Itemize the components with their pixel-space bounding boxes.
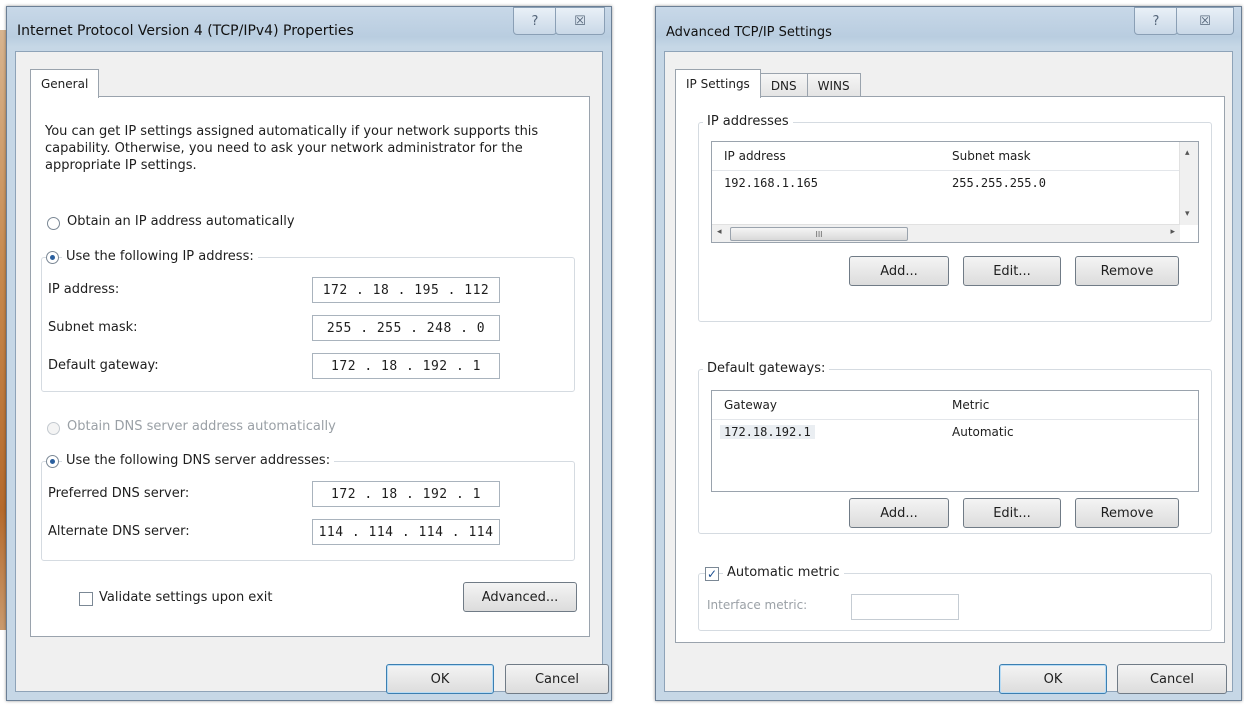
ip-settings-tab-panel: IP addresses IP address Subnet mask 192.… <box>675 96 1225 643</box>
scroll-right-icon[interactable]: ▸ <box>1170 227 1175 237</box>
use-ip-radio[interactable] <box>46 251 59 264</box>
close-icon: ☒ <box>1199 13 1211 29</box>
help-icon: ? <box>531 13 539 29</box>
scroll-up-icon[interactable]: ▴ <box>1185 148 1190 158</box>
column-gateway[interactable]: Gateway <box>724 398 777 412</box>
tab-strip: General <box>30 69 100 98</box>
ipv4-properties-dialog: Internet Protocol Version 4 (TCP/IPv4) P… <box>6 6 612 701</box>
advanced-button[interactable]: Advanced... <box>463 582 577 612</box>
dns-group: Use the following DNS server addresses: … <box>41 453 575 561</box>
general-tab-panel: You can get IP settings assigned automat… <box>30 96 590 637</box>
dialog-title: Advanced TCP/IP Settings <box>666 25 832 40</box>
subnet-mask-label: Subnet mask: <box>48 320 138 335</box>
ip-address-list[interactable]: IP address Subnet mask 192.168.1.165 255… <box>711 141 1199 243</box>
column-subnet-mask[interactable]: Subnet mask <box>952 149 1031 163</box>
gateway-remove-button[interactable]: Remove <box>1075 498 1179 528</box>
tab-dns[interactable]: DNS <box>759 73 808 98</box>
alternate-dns-field[interactable]: 114 . 114 . 114 . 114 <box>312 519 500 545</box>
scroll-down-icon[interactable]: ▾ <box>1185 209 1190 219</box>
tab-wins[interactable]: WINS <box>806 73 861 98</box>
help-button[interactable]: ? <box>513 7 557 35</box>
obtain-dns-label: Obtain DNS server address automatically <box>67 419 336 434</box>
validate-checkbox[interactable] <box>79 592 93 606</box>
ip-addresses-label: IP addresses <box>703 114 793 129</box>
gateway-add-button[interactable]: Add... <box>849 498 949 528</box>
automatic-metric-label: Automatic metric <box>723 565 844 580</box>
ok-button[interactable]: OK <box>386 664 494 694</box>
ip-addresses-group: IP addresses IP address Subnet mask 192.… <box>698 114 1212 322</box>
ip-address-label: IP address: <box>48 282 120 297</box>
subnet-mask-field[interactable]: 255 . 255 . 248 . 0 <box>312 315 500 341</box>
default-gateway-field[interactable]: 172 . 18 . 192 . 1 <box>312 353 500 379</box>
dialog-title: Internet Protocol Version 4 (TCP/IPv4) P… <box>17 23 354 39</box>
dialog-client: IP Settings DNS WINS IP addresses IP add… <box>664 51 1233 694</box>
row-ip-value: 192.168.1.165 <box>724 176 818 190</box>
use-dns-label: Use the following DNS server addresses: <box>62 453 335 468</box>
horizontal-scrollbar[interactable]: ◂ III ▸ <box>712 224 1180 242</box>
close-button[interactable]: ☒ <box>1176 7 1234 35</box>
titlebar: Internet Protocol Version 4 (TCP/IPv4) P… <box>7 7 611 51</box>
column-ip-address[interactable]: IP address <box>724 149 786 163</box>
obtain-ip-label: Obtain an IP address automatically <box>67 214 295 229</box>
cancel-button[interactable]: Cancel <box>1117 664 1227 694</box>
tab-ip-settings[interactable]: IP Settings <box>675 69 761 98</box>
interface-metric-field[interactable] <box>851 594 959 620</box>
dialog-client: General You can get IP settings assigned… <box>15 51 609 694</box>
close-icon: ☒ <box>574 13 586 29</box>
gateway-list[interactable]: Gateway Metric 172.18.192.1 Automatic <box>711 390 1199 492</box>
cancel-button[interactable]: Cancel <box>505 664 609 694</box>
vertical-scrollbar[interactable]: ▴ ▾ <box>1179 142 1198 225</box>
titlebar: Advanced TCP/IP Settings ? ☒ <box>656 7 1241 51</box>
ok-button[interactable]: OK <box>999 664 1107 694</box>
row-metric-value: Automatic <box>952 425 1014 439</box>
obtain-dns-radio[interactable] <box>47 422 60 435</box>
tab-strip: IP Settings DNS WINS <box>675 69 861 98</box>
ip-address-field[interactable]: 172 . 18 . 195 . 112 <box>312 277 500 303</box>
ip-add-button[interactable]: Add... <box>849 256 949 286</box>
gateway-edit-button[interactable]: Edit... <box>963 498 1061 528</box>
scroll-thumb[interactable]: III <box>730 227 908 241</box>
ip-address-group: Use the following IP address: IP address… <box>41 249 575 392</box>
row-mask-value: 255.255.255.0 <box>952 176 1046 190</box>
scroll-grip-icon: III <box>815 229 823 239</box>
preferred-dns-label: Preferred DNS server: <box>48 486 190 501</box>
column-metric[interactable]: Metric <box>952 398 989 412</box>
tab-general[interactable]: General <box>30 69 100 98</box>
advanced-tcpip-dialog: Advanced TCP/IP Settings ? ☒ IP Settings… <box>655 6 1242 701</box>
ip-remove-button[interactable]: Remove <box>1075 256 1179 286</box>
close-button[interactable]: ☒ <box>555 7 605 35</box>
obtain-ip-radio[interactable] <box>47 217 60 230</box>
preferred-dns-field[interactable]: 172 . 18 . 192 . 1 <box>312 481 500 507</box>
scroll-left-icon[interactable]: ◂ <box>717 227 722 237</box>
gateway-list-header: Gateway Metric <box>712 391 1198 420</box>
check-icon: ✓ <box>706 567 718 581</box>
interface-metric-label: Interface metric: <box>707 598 808 612</box>
default-gateway-label: Default gateway: <box>48 358 159 373</box>
ip-list-header: IP address Subnet mask <box>712 142 1198 171</box>
default-gateways-group: Default gateways: Gateway Metric 172.18.… <box>698 361 1212 534</box>
help-icon: ? <box>1152 13 1160 29</box>
validate-label: Validate settings upon exit <box>99 590 273 605</box>
use-ip-label: Use the following IP address: <box>62 249 258 264</box>
use-dns-radio[interactable] <box>46 455 59 468</box>
alternate-dns-label: Alternate DNS server: <box>48 524 190 539</box>
default-gateways-label: Default gateways: <box>703 361 830 376</box>
row-gateway-value: 172.18.192.1 <box>720 425 815 439</box>
automatic-metric-group: ✓ Automatic metric Interface metric: <box>698 565 1212 631</box>
help-button[interactable]: ? <box>1134 7 1178 35</box>
ip-edit-button[interactable]: Edit... <box>963 256 1061 286</box>
intro-text: You can get IP settings assigned automat… <box>45 124 539 173</box>
automatic-metric-checkbox[interactable]: ✓ <box>705 567 719 581</box>
